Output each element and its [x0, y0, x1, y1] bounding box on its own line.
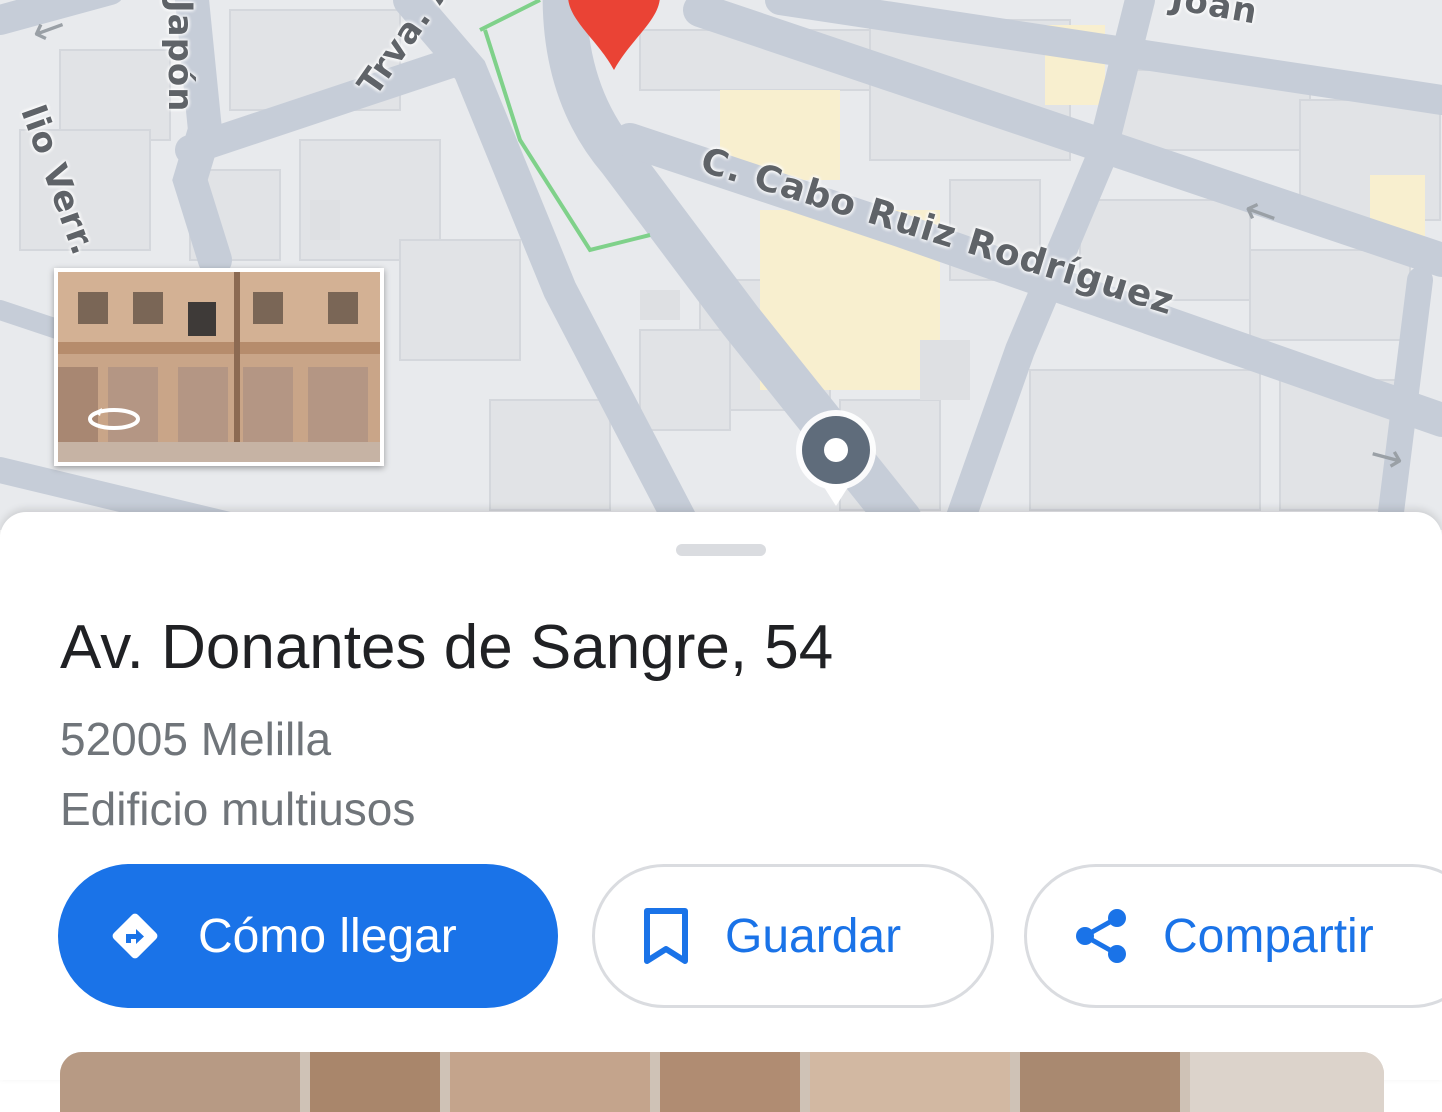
- place-category: Edificio multiusos: [60, 783, 416, 835]
- place-address: 52005 Melilla: [60, 713, 332, 765]
- place-photos-strip[interactable]: [60, 1052, 1384, 1112]
- place-marker-icon[interactable]: [790, 408, 882, 513]
- selected-location-pin-icon[interactable]: [568, 0, 660, 75]
- street-label-japon: Japón: [160, 0, 200, 113]
- directions-icon: [106, 907, 164, 965]
- rotate-360-icon: [88, 408, 140, 430]
- share-button[interactable]: Compartir: [1024, 864, 1442, 1008]
- street-view-thumbnail[interactable]: [54, 268, 384, 466]
- save-label: Guardar: [725, 909, 902, 963]
- drag-handle[interactable]: [676, 544, 766, 556]
- directions-label: Cómo llegar: [198, 909, 457, 963]
- bookmark-icon: [641, 907, 691, 965]
- place-details-sheet: Av. Donantes de Sangre, 54 52005 Melilla…: [0, 512, 1442, 1112]
- save-button[interactable]: Guardar: [592, 864, 994, 1008]
- directions-button[interactable]: Cómo llegar: [58, 864, 558, 1008]
- share-icon: [1073, 907, 1129, 965]
- place-title: Av. Donantes de Sangre, 54: [60, 613, 834, 682]
- map-view[interactable]: C. Cabo Ruiz Rodríguez Trva. A Joan Japó…: [0, 0, 1442, 530]
- share-label: Compartir: [1163, 909, 1374, 963]
